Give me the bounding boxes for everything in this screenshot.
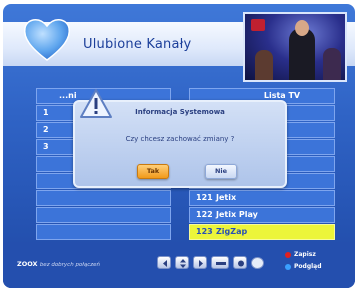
system-dialog: Informacja Systemowa Czy chcesz zachować… (73, 89, 287, 188)
channel-row-zigzap-selected[interactable]: 123 ZigZap (189, 224, 335, 240)
no-button[interactable]: Nie (205, 164, 237, 179)
list-item[interactable] (36, 207, 171, 223)
back-key-icon (211, 256, 229, 269)
right-arrow-icon (193, 256, 207, 269)
channel-row-jetix[interactable]: 121 Jetix (189, 190, 335, 206)
ok-key-icon (251, 257, 264, 269)
menu-key-icon (233, 256, 247, 269)
blue-key-icon (285, 264, 291, 270)
page-title: Ulubione Kanały (83, 37, 192, 52)
channel-logo-icon (251, 19, 265, 31)
yes-button[interactable]: Tak (137, 164, 169, 179)
dialog-title: Informacja Systemowa (135, 108, 225, 116)
heart-icon (23, 19, 71, 61)
save-action-label: Zapisz (294, 251, 316, 258)
dialog-message: Czy chcesz zachować zmiany ? (125, 135, 235, 143)
left-arrow-icon (157, 256, 171, 269)
red-key-icon (285, 252, 291, 258)
list-item[interactable] (36, 224, 171, 240)
brand-logo: ZOOX bez dobrych połączeń (17, 260, 101, 268)
up-down-icon (175, 256, 189, 269)
tv-screen: Ulubione Kanały ...ni 1 2 3 Lista TV 121… (3, 4, 355, 288)
channel-row-jetix-play[interactable]: 122 Jetix Play (189, 207, 335, 223)
list-item[interactable] (36, 190, 171, 206)
channel-preview (243, 12, 347, 82)
preview-action-label: Podgląd (294, 263, 322, 270)
footer-bar: ZOOX bez dobrych połączeń Zapisz Podgląd (3, 242, 355, 288)
